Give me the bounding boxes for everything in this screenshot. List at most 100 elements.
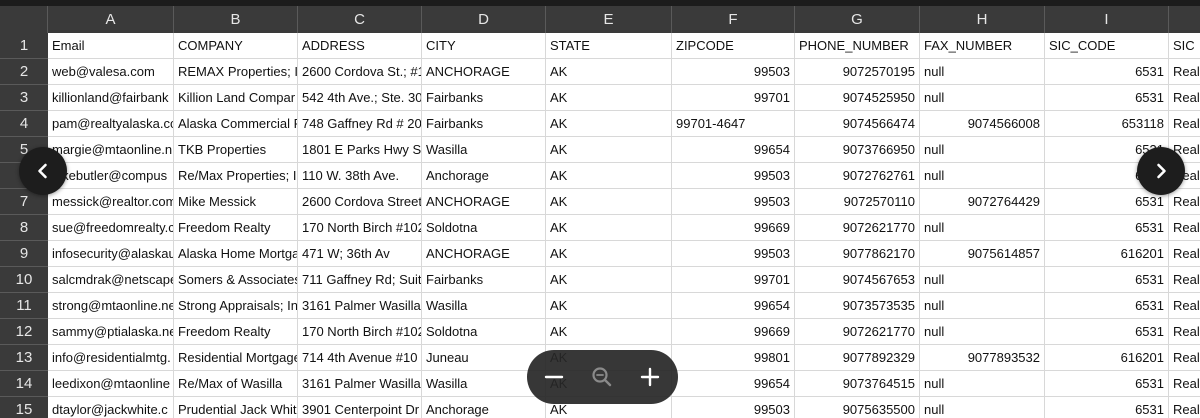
column-header[interactable]: C [298,6,422,33]
table-cell[interactable]: 542 4th Ave.; Ste. 30 [298,85,422,111]
table-cell[interactable]: AK [546,319,672,345]
table-cell[interactable]: Real [1169,111,1200,137]
table-cell[interactable]: 99701-4647 [672,111,795,137]
table-cell[interactable]: 6531 [1045,59,1169,85]
table-cell[interactable]: null [920,293,1045,319]
table-cell[interactable]: Killion Land Compar [174,85,298,111]
previous-button[interactable] [19,147,67,195]
table-cell[interactable]: info@residentialmtg. [48,345,174,371]
row-header[interactable]: 2 [0,59,48,85]
table-cell[interactable]: Real [1169,59,1200,85]
table-cell[interactable]: 9072621770 [795,215,920,241]
table-cell[interactable]: infosecurity@alaskau [48,241,174,267]
table-cell[interactable]: AK [546,293,672,319]
table-cell[interactable]: 6531 [1045,371,1169,397]
table-cell[interactable]: Fairbanks [422,267,546,293]
table-cell[interactable]: Juneau [422,345,546,371]
table-cell[interactable]: 2600 Cordova St.; #1 [298,59,422,85]
row-header[interactable]: 12 [0,319,48,345]
select-all-corner[interactable] [0,6,48,33]
row-header[interactable]: 11 [0,293,48,319]
table-cell[interactable]: 99801 [672,345,795,371]
table-cell[interactable]: null [920,371,1045,397]
table-cell[interactable]: Real [1169,85,1200,111]
table-cell[interactable]: Re/Max Properties; Ir [174,163,298,189]
table-cell[interactable]: 9077892329 [795,345,920,371]
column-header[interactable]: F [672,6,795,33]
column-header[interactable]: B [174,6,298,33]
table-cell[interactable]: 99701 [672,267,795,293]
zoom-out-button[interactable] [535,358,573,396]
table-cell[interactable]: 9075614857 [920,241,1045,267]
table-cell[interactable]: 99503 [672,397,795,418]
table-cell[interactable]: Residential Mortgage [174,345,298,371]
table-cell[interactable]: ADDRESS [298,33,422,59]
table-cell[interactable]: ANCHORAGE [422,241,546,267]
table-cell[interactable]: 9073764515 [795,371,920,397]
table-cell[interactable]: 9075635500 [795,397,920,418]
table-cell[interactable]: 9074566008 [920,111,1045,137]
table-cell[interactable]: AK [546,137,672,163]
table-cell[interactable]: Real [1169,189,1200,215]
table-cell[interactable]: STATE [546,33,672,59]
table-cell[interactable]: AK [546,163,672,189]
table-cell[interactable]: 9072570110 [795,189,920,215]
table-cell[interactable]: Real [1169,215,1200,241]
table-cell[interactable]: 9072621770 [795,319,920,345]
table-cell[interactable]: 6531 [1045,397,1169,418]
table-cell[interactable]: Anchorage [422,163,546,189]
table-cell[interactable]: 99669 [672,319,795,345]
table-cell[interactable]: Real [1169,267,1200,293]
table-cell[interactable]: Anchorage [422,397,546,418]
table-cell[interactable]: 1801 E Parks Hwy St [298,137,422,163]
table-cell[interactable]: 99654 [672,293,795,319]
table-cell[interactable]: strong@mtaonline.ne [48,293,174,319]
table-cell[interactable]: null [920,163,1045,189]
table-cell[interactable]: Re/Max of Wasilla [174,371,298,397]
table-cell[interactable]: 714 4th Avenue #10 [298,345,422,371]
table-cell[interactable]: 2600 Cordova Street [298,189,422,215]
table-cell[interactable]: 3161 Palmer Wasilla [298,371,422,397]
table-cell[interactable]: REMAX Properties; Ir [174,59,298,85]
zoom-in-button[interactable] [631,358,669,396]
row-header[interactable]: 15 [0,397,48,418]
table-cell[interactable]: Email [48,33,174,59]
table-cell[interactable]: AK [546,267,672,293]
table-cell[interactable]: SIC [1169,33,1200,59]
table-cell[interactable]: COMPANY [174,33,298,59]
table-cell[interactable]: 99669 [672,215,795,241]
table-cell[interactable]: Real [1169,371,1200,397]
table-cell[interactable]: 6531 [1045,319,1169,345]
table-cell[interactable]: Real [1169,319,1200,345]
table-cell[interactable]: AK [546,215,672,241]
table-cell[interactable]: 711 Gaffney Rd; Suit [298,267,422,293]
table-cell[interactable]: Wasilla [422,137,546,163]
table-cell[interactable]: 6531 [1045,85,1169,111]
table-cell[interactable]: null [920,59,1045,85]
table-cell[interactable]: ZIPCODE [672,33,795,59]
table-cell[interactable]: null [920,397,1045,418]
table-cell[interactable]: 9074525950 [795,85,920,111]
table-cell[interactable]: 170 North Birch #102 [298,319,422,345]
row-header[interactable]: 14 [0,371,48,397]
table-cell[interactable]: Soldotna [422,215,546,241]
table-cell[interactable]: 9072570195 [795,59,920,85]
row-header[interactable]: 8 [0,215,48,241]
table-cell[interactable]: 653118 [1045,111,1169,137]
table-cell[interactable]: messick@realtor.com [48,189,174,215]
table-cell[interactable]: Fairbanks [422,111,546,137]
table-cell[interactable]: Somers & Associates [174,267,298,293]
row-header[interactable]: 3 [0,85,48,111]
table-cell[interactable]: AK [546,111,672,137]
table-cell[interactable]: null [920,215,1045,241]
table-cell[interactable]: 99701 [672,85,795,111]
table-cell[interactable]: null [920,319,1045,345]
table-cell[interactable]: 9074567653 [795,267,920,293]
column-header[interactable]: I [1045,6,1169,33]
row-header[interactable]: 1 [0,33,48,59]
table-cell[interactable]: 9072764429 [920,189,1045,215]
table-cell[interactable]: 616201 [1045,241,1169,267]
table-cell[interactable]: 9072762761 [795,163,920,189]
table-cell[interactable]: 9073573535 [795,293,920,319]
table-cell[interactable]: 9073766950 [795,137,920,163]
